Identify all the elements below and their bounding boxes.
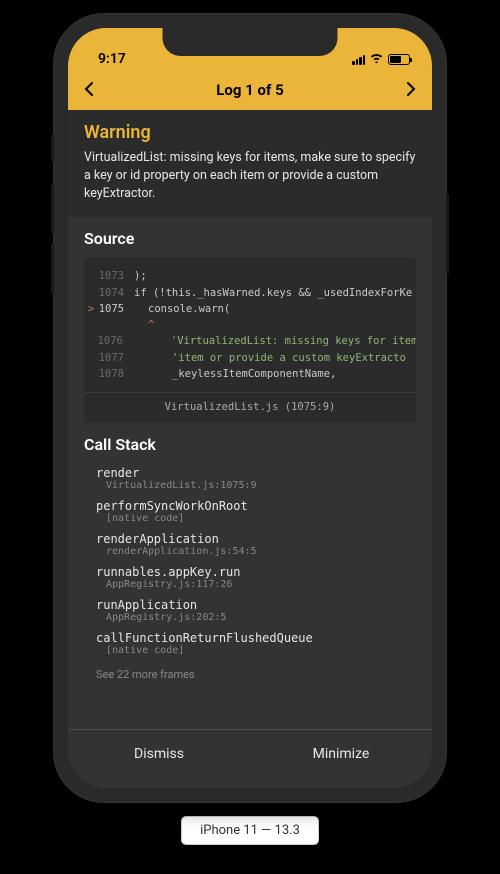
- power-button: [446, 194, 449, 274]
- stack-frame-loc: [native code]: [96, 513, 416, 524]
- next-log-button[interactable]: [406, 78, 416, 102]
- stack-frame[interactable]: renderVirtualizedList.js:1075:9: [96, 466, 416, 491]
- code-line: 1076'VirtualizedList: missing keys for i…: [84, 333, 416, 349]
- code-line: >1075console.warn(: [84, 301, 416, 317]
- warning-message: VirtualizedList: missing keys for items,…: [84, 149, 416, 203]
- footer-bar: Dismiss Minimize: [68, 729, 432, 788]
- status-time: 9:17: [98, 51, 126, 67]
- source-title: Source: [68, 217, 432, 258]
- code-line: 1074if (!this._hasWarned.keys && _usedIn…: [84, 285, 416, 301]
- stack-frame-fn: renderApplication: [96, 532, 416, 546]
- stack-frame[interactable]: performSyncWorkOnRoot[native code]: [96, 499, 416, 524]
- stack-frame[interactable]: callFunctionReturnFlushedQueue[native co…: [96, 631, 416, 656]
- stack-frame-loc: VirtualizedList.js:1075:9: [96, 480, 416, 491]
- stack-frame[interactable]: renderApplicationrenderApplication.js:54…: [96, 532, 416, 557]
- stack-frame[interactable]: runApplicationAppRegistry.js:202:5: [96, 598, 416, 623]
- stack-frame-fn: performSyncWorkOnRoot: [96, 499, 416, 513]
- device-frame: 9:17 Log 1 of 5 Warning VirtualizedList:…: [54, 14, 446, 802]
- nav-bar: Log 1 of 5: [68, 70, 432, 110]
- status-icons: [352, 52, 410, 67]
- screen: 9:17 Log 1 of 5 Warning VirtualizedList:…: [68, 28, 432, 788]
- warning-panel: Warning VirtualizedList: missing keys fo…: [68, 110, 432, 217]
- content[interactable]: Warning VirtualizedList: missing keys fo…: [68, 110, 432, 729]
- wifi-icon: [369, 52, 384, 67]
- code-line: 1073);: [84, 268, 416, 284]
- callstack-list: renderVirtualizedList.js:1075:9 performSy…: [68, 464, 432, 693]
- stack-frame-fn: callFunctionReturnFlushedQueue: [96, 631, 416, 645]
- code-line: 1078_keylessItemComponentName,: [84, 366, 416, 382]
- source-code: 1073);1074if (!this._hasWarned.keys && _…: [84, 258, 416, 388]
- signal-icon: [352, 55, 365, 65]
- source-panel: 1073);1074if (!this._hasWarned.keys && _…: [84, 258, 416, 423]
- stack-frame-fn: runApplication: [96, 598, 416, 612]
- stack-frame-loc: renderApplication.js:54:5: [96, 546, 416, 557]
- stack-frame-loc: AppRegistry.js:117:26: [96, 579, 416, 590]
- stack-frame-loc: [native code]: [96, 645, 416, 656]
- volume-up-button: [51, 184, 54, 234]
- callstack-title: Call Stack: [68, 423, 432, 464]
- mute-switch: [51, 134, 54, 162]
- dismiss-button[interactable]: Dismiss: [68, 730, 250, 788]
- more-frames-button[interactable]: See 22 more frames: [96, 664, 416, 689]
- source-location: VirtualizedList.js (1075:9): [84, 392, 416, 423]
- stack-frame-fn: runnables.appKey.run: [96, 565, 416, 579]
- minimize-button[interactable]: Minimize: [250, 730, 432, 788]
- device-label: iPhone 11 — 13.3: [181, 816, 319, 845]
- volume-down-button: [51, 244, 54, 294]
- warning-title: Warning: [84, 122, 416, 143]
- stack-frame-fn: render: [96, 466, 416, 480]
- battery-icon: [388, 54, 410, 65]
- prev-log-button[interactable]: [84, 78, 94, 102]
- stack-frame[interactable]: runnables.appKey.runAppRegistry.js:117:2…: [96, 565, 416, 590]
- nav-title: Log 1 of 5: [216, 81, 283, 99]
- stack-frame-loc: AppRegistry.js:202:5: [96, 612, 416, 623]
- code-line: ^: [84, 317, 416, 333]
- notch: [163, 28, 338, 56]
- code-line: 1077'item or provide a custom keyExtract…: [84, 350, 416, 366]
